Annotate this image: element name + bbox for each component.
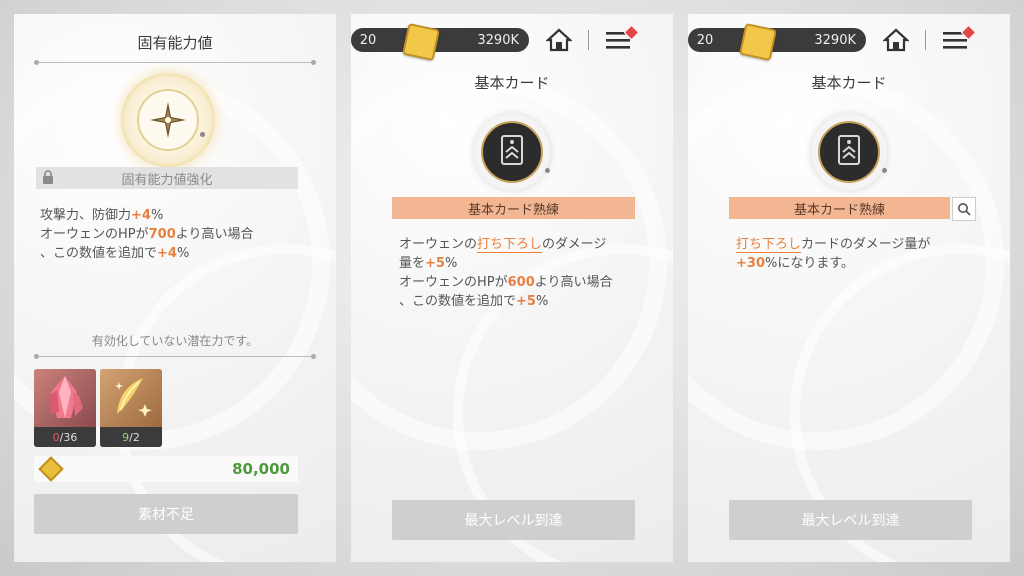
desc-text: %になります。 (764, 256, 855, 271)
desc-value: +30 (736, 256, 765, 271)
coin-icon (739, 23, 777, 61)
desc-value: 600 (507, 275, 535, 290)
home-icon[interactable] (882, 26, 910, 54)
separator (925, 30, 926, 50)
desc-text: オーウェンの (399, 237, 478, 252)
item-count: 0/36 (34, 427, 96, 447)
card-mastery-bar: 基本カード熟練 (729, 197, 950, 219)
desc-text: より高い場合 (534, 275, 613, 290)
desc-value: +4 (157, 246, 177, 261)
desc-text: オーウェンのHPが (40, 227, 149, 242)
desc-value: +4 (131, 208, 151, 223)
currency-value: 3290K (477, 32, 519, 48)
basic-card-panel-1: 20 3290K 基本カード 基本カード熟練 オーウェンの打ち下ろしのダメージ … (351, 14, 673, 562)
compass-icon (137, 89, 199, 151)
desc-text: 、この数値を追加で (40, 246, 158, 261)
feather-icon (100, 369, 162, 427)
level-currency-bar: 20 3290K (351, 28, 529, 52)
ability-description: 攻撃力、防御力+4% オーウェンのHPが700より高い場合 、この数値を追加で+… (40, 206, 320, 263)
enhance-label: 固有能力値強化 (121, 172, 213, 188)
max-level-button[interactable]: 最大レベル到達 (729, 500, 972, 540)
basic-card-panel-2: 20 3290K 基本カード 基本カード熟練 打ち下ろしカードのダメージ量が +… (688, 14, 1010, 562)
mastery-description: オーウェンの打ち下ろしのダメージ 量を+5% オーウェンのHPが600より高い場… (399, 235, 649, 311)
indicator-dot (882, 168, 887, 173)
desc-text: オーウェンのHPが (399, 275, 508, 290)
coin-icon (402, 23, 440, 61)
material-item-feather[interactable]: 9/2 (100, 369, 162, 447)
card-mastery-bar: 基本カード熟練 (392, 197, 635, 219)
insufficient-materials-button[interactable]: 素材不足 (34, 494, 298, 534)
level-currency-bar: 20 3290K (688, 28, 866, 52)
divider (34, 354, 316, 359)
home-icon[interactable] (545, 26, 573, 54)
desc-text: より高い場合 (175, 227, 254, 242)
material-item-crystal[interactable]: 0/36 (34, 369, 96, 447)
max-level-button[interactable]: 最大レベル到達 (392, 500, 635, 540)
cost-value: 80,000 (232, 460, 290, 478)
skill-link[interactable]: 打ち下ろし (477, 237, 543, 253)
coin-icon (38, 456, 64, 482)
skill-link[interactable]: 打ち下ろし (736, 237, 802, 253)
level-value: 20 (359, 32, 377, 48)
desc-unit: % (150, 208, 164, 223)
panel-title: 固有能力値 (137, 34, 213, 52)
panel-title: 基本カード (474, 74, 550, 92)
desc-value: +5 (425, 256, 445, 271)
panel-title: 基本カード (811, 74, 887, 92)
desc-text: カードのダメージ量が (801, 237, 931, 252)
desc-unit: % (444, 256, 458, 271)
desc-text: 量を (399, 256, 426, 271)
enhance-lock-bar[interactable]: 固有能力値強化 (36, 167, 298, 189)
inactive-note: 有効化していない潜在力です。 (91, 334, 259, 348)
crystal-icon (34, 369, 96, 427)
card-mastery-icon (818, 121, 880, 183)
compass-emblem[interactable] (124, 76, 212, 164)
item-count: 9/2 (100, 427, 162, 447)
currency-value: 3290K (814, 32, 856, 48)
desc-text: のダメージ (542, 237, 607, 252)
card-mastery-icon (481, 121, 543, 183)
desc-unit: % (176, 246, 190, 261)
lock-icon (42, 170, 54, 189)
mastery-description: 打ち下ろしカードのダメージ量が +30%になります。 (736, 235, 986, 273)
desc-text: 攻撃力、防御力 (40, 208, 132, 223)
desc-unit: % (535, 294, 549, 309)
card-emblem[interactable] (811, 114, 887, 190)
indicator-dot (200, 132, 205, 137)
card-emblem[interactable] (474, 114, 550, 190)
divider (34, 60, 316, 65)
cost-row: 80,000 (34, 456, 298, 482)
desc-value: +5 (516, 294, 536, 309)
desc-value: 700 (148, 227, 176, 242)
level-value: 20 (696, 32, 714, 48)
inherent-ability-panel: 固有能力値 固有能力値強化 攻撃力、防御力+4% オーウェンのHPが700より高… (14, 14, 336, 562)
search-icon[interactable] (952, 197, 976, 221)
desc-text: 、この数値を追加で (399, 294, 517, 309)
separator (588, 30, 589, 50)
indicator-dot (545, 168, 550, 173)
